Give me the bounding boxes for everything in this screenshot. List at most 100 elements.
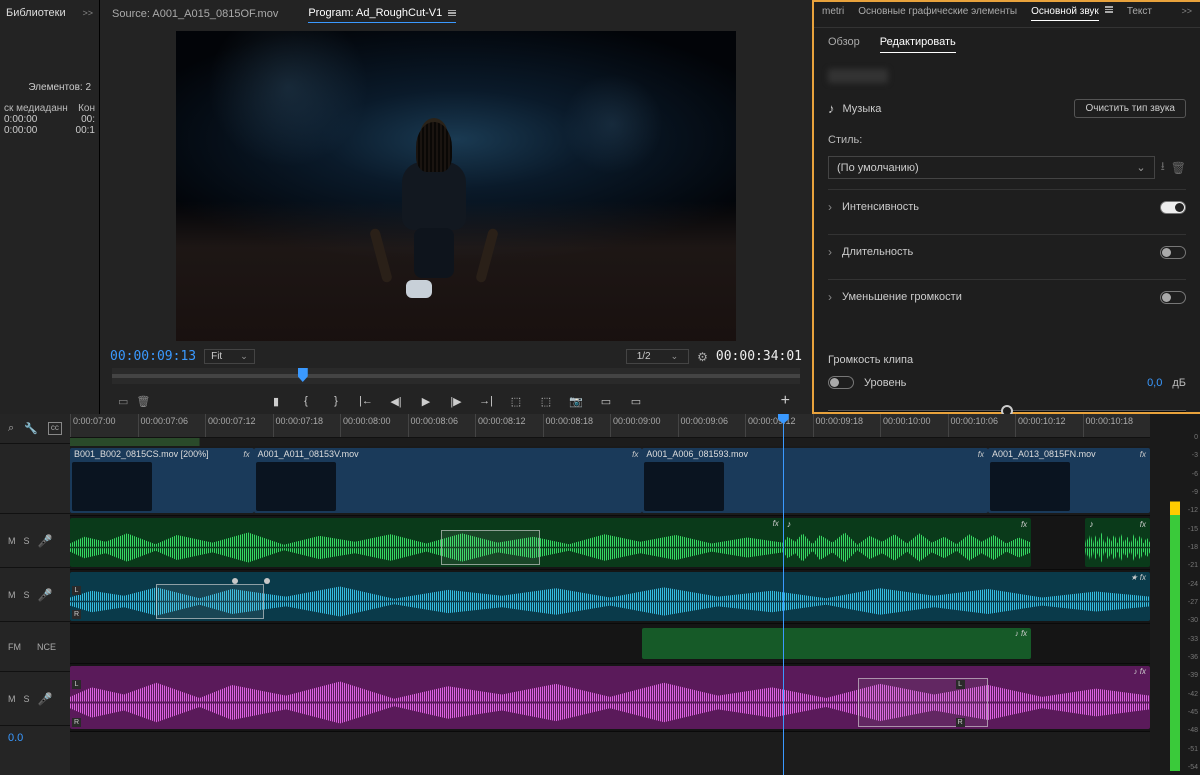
chevron-icon[interactable]: ›	[828, 200, 832, 214]
ruler-tick[interactable]: 00:00:08:00	[340, 414, 408, 437]
zoom-dropdown[interactable]: Fit	[204, 349, 255, 364]
ruler-tick[interactable]: 00:00:10:12	[1015, 414, 1083, 437]
ruler-tick[interactable]: 00:00:10:18	[1083, 414, 1151, 437]
audio-clip[interactable]: fx	[70, 518, 783, 567]
safe-margin-btn[interactable]: ▭	[628, 394, 644, 408]
lift-btn[interactable]: ⬚	[508, 394, 524, 408]
delete-icon[interactable]: 🗑	[1171, 161, 1186, 175]
mic-icon[interactable]: 🎤	[38, 534, 53, 548]
audio-track-1[interactable]: fx ♪fx ♪fx	[70, 516, 1150, 570]
ruler-tick[interactable]: 00:00:09:00	[610, 414, 678, 437]
audio-track-header-4[interactable]: M S 🎤	[0, 672, 70, 726]
level-toggle[interactable]	[828, 376, 854, 389]
ruler-tick[interactable]: 00:00:09:06	[678, 414, 746, 437]
audio-clip[interactable]: ♪fx	[1085, 518, 1150, 567]
ruler-tick[interactable]: 00:00:08:06	[408, 414, 476, 437]
burger-icon[interactable]	[1105, 6, 1113, 21]
step-fwd-btn[interactable]: |▶	[448, 394, 464, 408]
timeline-zoom[interactable]: 0.0	[0, 726, 70, 750]
audio-track-header-1[interactable]: M S 🎤	[0, 514, 70, 568]
ruler-tick[interactable]: 00:00:07:06	[138, 414, 206, 437]
level-value[interactable]: 0,0	[1147, 377, 1162, 389]
ruler-tick[interactable]: 0:00:07:00	[70, 414, 138, 437]
source-tab[interactable]: Source: A001_A015_0815OF.mov	[112, 4, 278, 23]
playhead-marker[interactable]	[298, 368, 308, 382]
media-t3[interactable]: 0:00:00	[4, 125, 37, 136]
more-tabs-icon[interactable]: >>	[1181, 6, 1192, 21]
audio-clip[interactable]: ♪ fx L R L R	[70, 666, 1150, 729]
marker-btn[interactable]: ▮	[268, 394, 284, 408]
download-icon[interactable]: ⭳	[1161, 157, 1165, 178]
audio-meters: 0-3-6-9-12-15-18-21-24-27-30-33-36-39-42…	[1150, 414, 1200, 775]
marker-bar[interactable]	[70, 438, 1150, 446]
ruler-tick[interactable]: 00:00:08:18	[543, 414, 611, 437]
settings-icon[interactable]: ⚙	[697, 350, 708, 364]
expand-icon[interactable]: >>	[82, 8, 93, 18]
step-back-btn[interactable]: ◀|	[388, 394, 404, 408]
video-clip[interactable]: A001_A006_081593.movfx	[642, 448, 988, 513]
ruler-tick[interactable]: 00:00:09:18	[813, 414, 881, 437]
mic-icon[interactable]: 🎤	[38, 692, 53, 706]
audio-track-3[interactable]: ♪ fx	[70, 624, 1150, 664]
wrench-icon[interactable]: 🔧	[24, 422, 38, 435]
trash-icon[interactable]: 🗑	[136, 395, 150, 408]
goto-out-btn[interactable]: →|	[478, 394, 494, 408]
intensity-label: Интенсивность	[842, 201, 919, 213]
clear-type-button[interactable]: Очистить тип звука	[1074, 99, 1186, 118]
chevron-icon[interactable]: ›	[828, 290, 832, 304]
music-label: Музыка	[843, 103, 882, 115]
ruler-tick[interactable]: 00:00:07:12	[205, 414, 273, 437]
timecode-right[interactable]: 00:00:34:01	[716, 349, 802, 364]
ducking-toggle[interactable]	[1160, 291, 1186, 304]
timeline-body[interactable]: 0:00:07:0000:00:07:0600:00:07:1200:00:07…	[70, 414, 1150, 775]
in-btn[interactable]: {	[298, 394, 314, 408]
mic-icon[interactable]: 🎤	[38, 588, 53, 602]
duration-label: Длительность	[842, 246, 913, 258]
scrubber[interactable]	[112, 368, 800, 384]
out-btn[interactable]: }	[328, 394, 344, 408]
video-track-header[interactable]	[0, 444, 70, 514]
resolution-dropdown[interactable]: 1/2	[626, 349, 689, 364]
overview-subtab[interactable]: Обзор	[828, 36, 860, 53]
duration-toggle[interactable]	[1160, 246, 1186, 259]
ruler-tick[interactable]: 00:00:08:12	[475, 414, 543, 437]
lumetri-tab[interactable]: metri	[822, 6, 844, 21]
burger-icon[interactable]	[448, 10, 456, 17]
audio-clip[interactable]: ♪ fx	[642, 628, 1031, 659]
compare-btn[interactable]: ▭	[598, 394, 614, 408]
audio-track-header-fm[interactable]: FM NCE	[0, 622, 70, 672]
audio-clip[interactable]: ♪fx	[783, 518, 1031, 567]
sound-tab[interactable]: Основной звук	[1031, 6, 1099, 21]
graphics-tab[interactable]: Основные графические элементы	[858, 6, 1017, 21]
goto-in-btn[interactable]: |←	[358, 394, 374, 408]
video-preview[interactable]	[176, 31, 736, 341]
audio-clip[interactable]: ★ fx L R	[70, 572, 1150, 621]
video-clip[interactable]: A001_A011_08153V.movfx	[254, 448, 643, 513]
audio-track-header-2[interactable]: M S 🎤	[0, 568, 70, 622]
style-dropdown[interactable]: (По умолчанию)	[828, 156, 1155, 179]
edit-subtab[interactable]: Редактировать	[880, 36, 956, 53]
program-tab[interactable]: Program: Ad_RoughCut-V1	[308, 4, 456, 23]
ruler-tick[interactable]: 00:00:10:06	[948, 414, 1016, 437]
export-frame-btn[interactable]: 📷	[568, 394, 584, 408]
playhead[interactable]	[783, 414, 784, 775]
audio-track-2[interactable]: ★ fx L R	[70, 570, 1150, 624]
time-ruler[interactable]: 0:00:07:0000:00:07:0600:00:07:1200:00:07…	[70, 414, 1150, 438]
video-clip[interactable]: B001_B002_0815CS.mov [200%]fx	[70, 448, 254, 513]
extract-btn[interactable]: ⬚	[538, 394, 554, 408]
chevron-icon[interactable]: ›	[828, 245, 832, 259]
snap-icon[interactable]: ⌕	[8, 422, 14, 435]
play-btn[interactable]: ▶	[418, 394, 434, 408]
ruler-tick[interactable]: 00:00:10:00	[880, 414, 948, 437]
audio-track-4[interactable]: ♪ fx L R L R	[70, 664, 1150, 732]
folder-icon[interactable]: ▭	[118, 395, 128, 408]
media-t1[interactable]: 0:00:00	[4, 114, 37, 125]
text-tab[interactable]: Текст	[1127, 6, 1152, 21]
ruler-tick[interactable]: 00:00:07:18	[273, 414, 341, 437]
add-btn[interactable]: +	[781, 392, 790, 410]
cc-icon[interactable]: cc	[48, 422, 62, 435]
video-clip[interactable]: A001_A013_0815FN.movfx	[988, 448, 1150, 513]
intensity-toggle[interactable]	[1160, 201, 1186, 214]
video-track[interactable]: B001_B002_0815CS.mov [200%]fx A001_A011_…	[70, 446, 1150, 516]
timecode-left[interactable]: 00:00:09:13	[110, 349, 196, 364]
